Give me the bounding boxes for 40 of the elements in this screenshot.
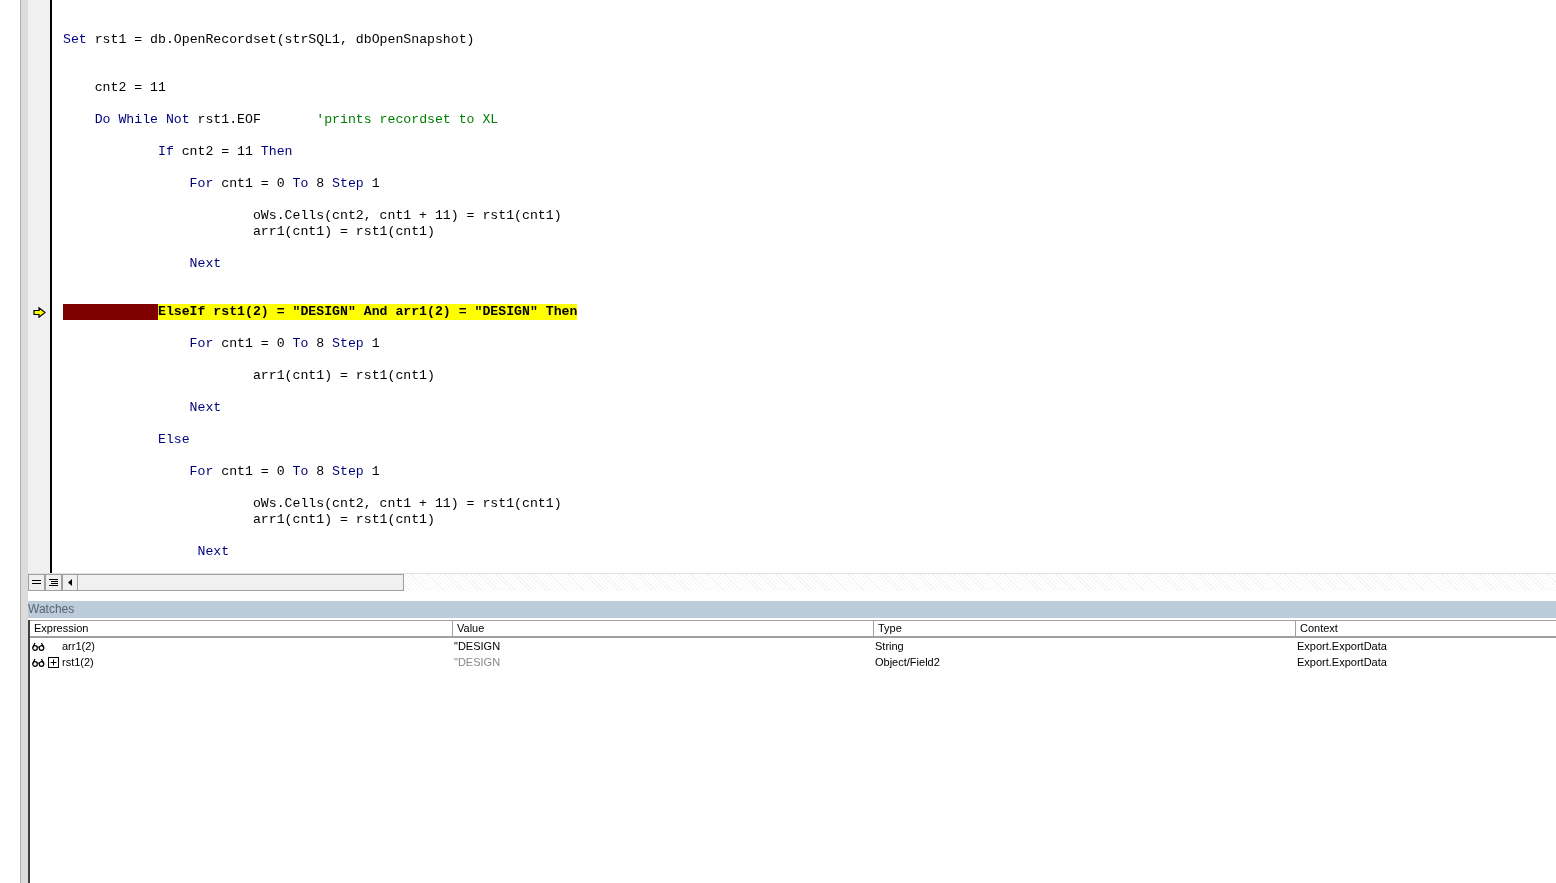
code-line: oWs.Cells(cnt2, cnt1 + 11) = rst1(cnt1) (251, 496, 563, 512)
left-arrow-icon[interactable] (68, 579, 72, 586)
watch-value: "DESIGN (453, 656, 502, 668)
current-statement: ElseIf rst1(2) = "DESIGN" And arr1(2) = "DESIGN" Then (157, 304, 578, 320)
watches-title: Watches (28, 601, 1556, 618)
code-line: arr1(cnt1) = rst1(cnt1) (251, 512, 436, 528)
watch-expression: rst1(2) (62, 656, 94, 668)
code-line: Do While Not rst1.EOF 'prints recordset to XL (93, 112, 500, 128)
code-line: If cnt2 = 11 Then (156, 144, 294, 160)
code-line: Next (188, 400, 223, 416)
code-line: Next (188, 256, 223, 272)
code-line: Next (196, 544, 231, 560)
code-line: For cnt1 = 0 To 8 Step 1 (188, 464, 381, 480)
horizontal-scrollbar[interactable] (62, 574, 404, 591)
column-header[interactable]: Value (452, 621, 873, 636)
lines-icon (49, 578, 58, 587)
watch-context: Export.ExportData (1296, 656, 1388, 668)
watch-type: Object/Field2 (874, 656, 941, 668)
glasses-icon (32, 657, 45, 667)
expand-icon[interactable] (48, 656, 59, 668)
watch-type: String (874, 640, 905, 652)
glasses-icon (32, 641, 45, 651)
code-line: arr1(cnt1) = rst1(cnt1) (251, 368, 436, 384)
full-module-view-button[interactable] (45, 574, 62, 591)
code-line: cnt2 = 11 (93, 80, 167, 96)
column-header[interactable]: Expression (30, 621, 452, 636)
watch-context: Export.ExportData (1296, 640, 1388, 652)
lines-icon (32, 579, 41, 586)
execution-arrow-icon (32, 306, 46, 318)
code-line: Else (156, 432, 191, 448)
watch-expression: arr1(2) (62, 640, 95, 652)
code-line: arr1(cnt1) = rst1(cnt1) (251, 224, 436, 240)
code-line: oWs.Cells(cnt2, cnt1 + 11) = rst1(cnt1) (251, 208, 563, 224)
column-header[interactable]: Type (873, 621, 1295, 636)
column-header[interactable]: Context (1295, 621, 1556, 636)
procedure-view-button[interactable] (28, 574, 45, 591)
code-line: For cnt1 = 0 To 8 Step 1 (188, 336, 381, 352)
watch-value: "DESIGN (453, 640, 502, 652)
code-line: For cnt1 = 0 To 8 Step 1 (188, 176, 381, 192)
code-line: Set rst1 = db.OpenRecordset(strSQL1, dbOpenSnapshot) (63, 32, 476, 48)
